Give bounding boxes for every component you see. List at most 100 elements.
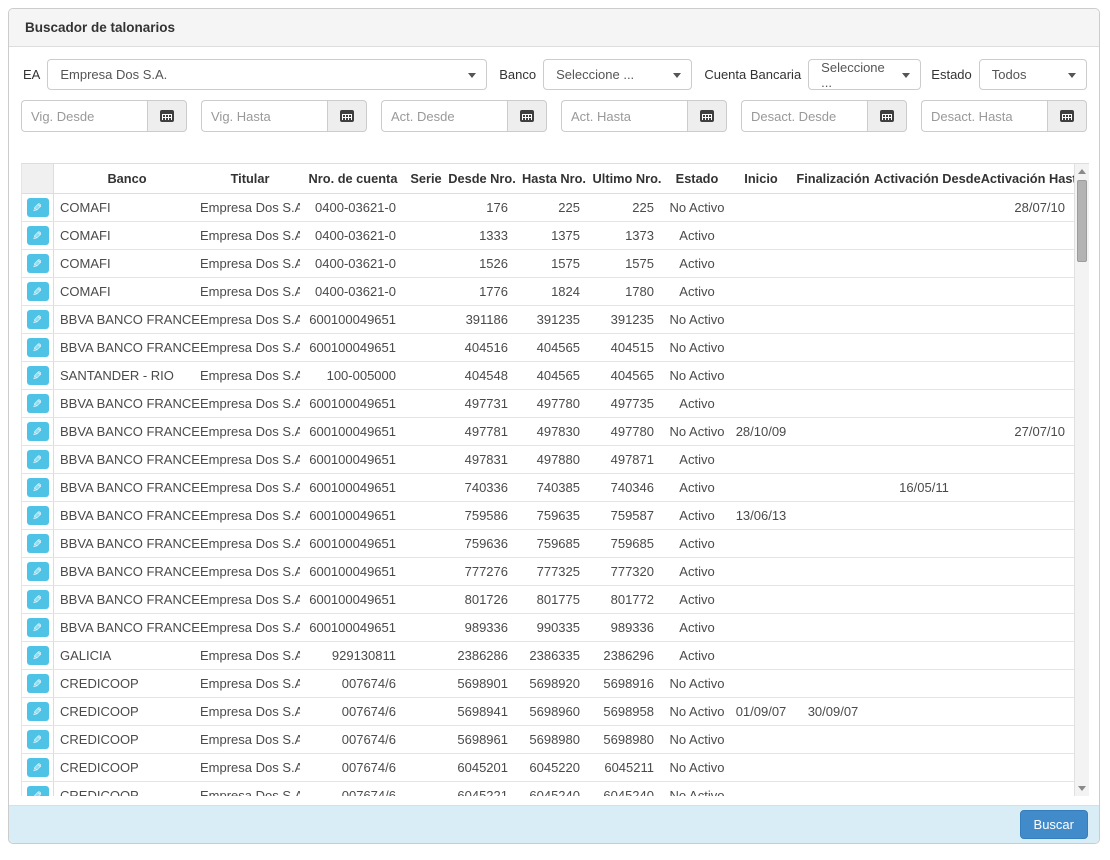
pencil-icon: ✎: [32, 286, 42, 298]
scrollbar-thumb[interactable]: [1077, 180, 1087, 262]
edit-cell: ✎: [22, 446, 54, 473]
cell-desde-nro: 404548: [446, 368, 518, 383]
ea-select[interactable]: Empresa Dos S.A.: [47, 59, 487, 90]
edit-row-button[interactable]: ✎: [27, 478, 49, 497]
cell-desde-nro: 6045221: [446, 788, 518, 796]
table-row: ✎ BBVA BANCO FRANCES Empresa Dos S.A. 60…: [22, 390, 1075, 418]
scroll-up-arrow-icon[interactable]: [1078, 169, 1086, 174]
cell-titular: Empresa Dos S.A.: [200, 312, 300, 327]
act-hasta-calendar-button[interactable]: [687, 100, 727, 132]
cell-desde-nro: 777276: [446, 564, 518, 579]
cell-desde-nro: 759636: [446, 536, 518, 551]
edit-cell: ✎: [22, 782, 54, 796]
vig-desde-input[interactable]: [21, 100, 147, 132]
vig-hasta-input[interactable]: [201, 100, 327, 132]
cell-ultimo-nro: 404515: [590, 340, 664, 355]
edit-row-button[interactable]: ✎: [27, 366, 49, 385]
cell-banco: BBVA BANCO FRANCES: [54, 452, 200, 467]
cell-estado: Activo: [664, 648, 730, 663]
edit-row-button[interactable]: ✎: [27, 450, 49, 469]
edit-row-button[interactable]: ✎: [27, 310, 49, 329]
edit-cell: ✎: [22, 334, 54, 361]
buscar-button[interactable]: Buscar: [1020, 810, 1088, 839]
vig-hasta-calendar-button[interactable]: [327, 100, 367, 132]
banco-select[interactable]: Seleccione ...: [543, 59, 692, 90]
banco-label: Banco: [499, 67, 536, 82]
edit-row-button[interactable]: ✎: [27, 674, 49, 693]
cell-banco: CREDICOOP: [54, 760, 200, 775]
chevron-down-icon: [673, 73, 681, 78]
desact-desde-calendar-button[interactable]: [867, 100, 907, 132]
cell-banco: COMAFI: [54, 200, 200, 215]
edit-row-button[interactable]: ✎: [27, 506, 49, 525]
edit-row-button[interactable]: ✎: [27, 562, 49, 581]
cell-nro-cuenta: 0400-03621-0: [300, 284, 406, 299]
edit-row-button[interactable]: ✎: [27, 786, 49, 796]
pencil-icon: ✎: [32, 230, 42, 242]
edit-row-button[interactable]: ✎: [27, 534, 49, 553]
desact-desde-input[interactable]: [741, 100, 867, 132]
cell-titular: Empresa Dos S.A.: [200, 620, 300, 635]
act-hasta-input[interactable]: [561, 100, 687, 132]
cuenta-bancaria-select[interactable]: Seleccione ...: [808, 59, 921, 90]
edit-row-button[interactable]: ✎: [27, 198, 49, 217]
cell-hasta-nro: 5698960: [518, 704, 590, 719]
cell-ultimo-nro: 497735: [590, 396, 664, 411]
calendar-icon: [700, 110, 714, 122]
cell-banco: COMAFI: [54, 256, 200, 271]
cell-desde-nro: 497781: [446, 424, 518, 439]
vertical-scrollbar[interactable]: [1074, 164, 1089, 796]
cell-banco: BBVA BANCO FRANCES: [54, 536, 200, 551]
cell-desde-nro: 5698901: [446, 676, 518, 691]
table-row: ✎ BBVA BANCO FRANCES Empresa Dos S.A. 60…: [22, 306, 1075, 334]
cell-inicio: 13/06/13: [730, 508, 792, 523]
edit-row-button[interactable]: ✎: [27, 282, 49, 301]
cell-desde-nro: 5698941: [446, 704, 518, 719]
pencil-icon: ✎: [32, 258, 42, 270]
estado-select[interactable]: Todos: [979, 59, 1087, 90]
cell-desde-nro: 1776: [446, 284, 518, 299]
table-row: ✎ COMAFI Empresa Dos S.A. 0400-03621-0 1…: [22, 250, 1075, 278]
cell-estado: No Activo: [664, 676, 730, 691]
edit-row-button[interactable]: ✎: [27, 730, 49, 749]
cell-estado: Activo: [664, 592, 730, 607]
cell-titular: Empresa Dos S.A.: [200, 760, 300, 775]
desact-hasta-input[interactable]: [921, 100, 1047, 132]
edit-row-button[interactable]: ✎: [27, 338, 49, 357]
cell-estado: No Activo: [664, 704, 730, 719]
cuenta-bancaria-select-value: Seleccione ...: [821, 60, 896, 90]
edit-row-button[interactable]: ✎: [27, 422, 49, 441]
act-desde-calendar-button[interactable]: [507, 100, 547, 132]
edit-row-button[interactable]: ✎: [27, 702, 49, 721]
edit-row-button[interactable]: ✎: [27, 758, 49, 777]
cell-desde-nro: 176: [446, 200, 518, 215]
edit-row-button[interactable]: ✎: [27, 618, 49, 637]
vig-hasta-group: [201, 100, 367, 132]
edit-cell: ✎: [22, 698, 54, 725]
cell-ultimo-nro: 989336: [590, 620, 664, 635]
calendar-icon: [160, 110, 174, 122]
cell-ultimo-nro: 2386296: [590, 648, 664, 663]
cell-nro-cuenta: 0400-03621-0: [300, 228, 406, 243]
edit-row-button[interactable]: ✎: [27, 394, 49, 413]
edit-row-button[interactable]: ✎: [27, 226, 49, 245]
desact-hasta-calendar-button[interactable]: [1047, 100, 1087, 132]
vig-desde-calendar-button[interactable]: [147, 100, 187, 132]
edit-row-button[interactable]: ✎: [27, 254, 49, 273]
cell-ultimo-nro: 404565: [590, 368, 664, 383]
cell-nro-cuenta: 100-005000: [300, 368, 406, 383]
act-desde-input[interactable]: [381, 100, 507, 132]
cell-nro-cuenta: 600100049651: [300, 480, 406, 495]
cell-finalizacion: 30/09/07: [792, 704, 874, 719]
scroll-down-arrow-icon[interactable]: [1078, 786, 1086, 791]
pencil-icon: ✎: [32, 790, 42, 797]
col-header-serie: Serie: [406, 171, 446, 186]
cell-hasta-nro: 777325: [518, 564, 590, 579]
calendar-icon: [520, 110, 534, 122]
estado-label: Estado: [931, 67, 971, 82]
cell-banco: BBVA BANCO FRANCES: [54, 620, 200, 635]
edit-row-button[interactable]: ✎: [27, 590, 49, 609]
cell-banco: CREDICOOP: [54, 788, 200, 796]
col-header-nro-cuenta: Nro. de cuenta: [300, 171, 406, 186]
edit-row-button[interactable]: ✎: [27, 646, 49, 665]
